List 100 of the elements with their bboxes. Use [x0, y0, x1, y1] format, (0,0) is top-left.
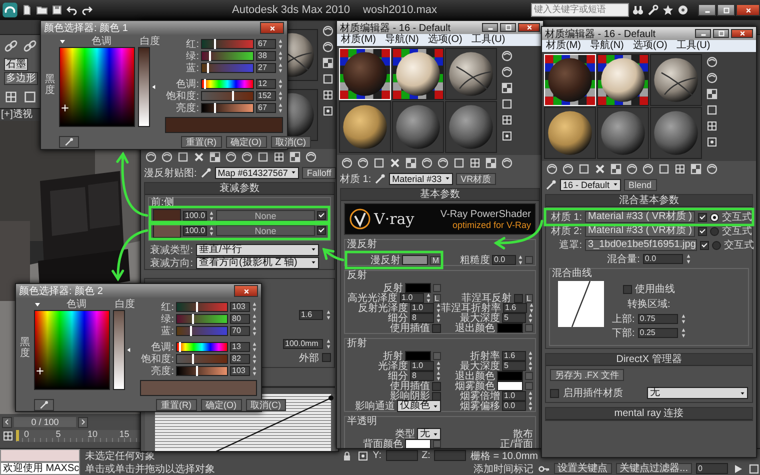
color-slider[interactable] — [201, 38, 254, 48]
sphere-icon[interactable] — [241, 151, 253, 163]
slider-thumb[interactable] — [208, 50, 211, 60]
square-icon[interactable] — [373, 157, 385, 169]
target-icon[interactable] — [706, 136, 718, 148]
sphere-icon[interactable] — [322, 41, 334, 53]
eyedropper-button[interactable] — [34, 399, 54, 411]
option-dropdown[interactable]: 垂直/平行 — [196, 244, 319, 256]
checker-icon[interactable] — [706, 88, 718, 100]
square-icon[interactable] — [658, 163, 670, 175]
grid-icon[interactable] — [674, 163, 686, 175]
checkbox[interactable] — [700, 240, 709, 250]
caret-icon[interactable] — [612, 181, 619, 188]
checkbox[interactable] — [514, 294, 523, 302]
square-icon[interactable] — [322, 73, 334, 85]
map-type-button[interactable]: Falloff — [302, 166, 336, 178]
delete-icon[interactable] — [193, 151, 205, 163]
spinner-icon[interactable] — [209, 210, 214, 220]
rollout-header[interactable]: 基本参数 — [341, 189, 539, 201]
number-field[interactable]: 1.6 — [503, 303, 527, 313]
sphere-icon[interactable] — [322, 25, 334, 37]
checkbox[interactable] — [622, 284, 632, 294]
pointer-icon[interactable] — [126, 346, 131, 354]
grid-icon[interactable] — [273, 151, 285, 163]
number-field[interactable]: 1.0 — [400, 293, 424, 303]
sphere-icon[interactable] — [706, 163, 718, 175]
spinner-icon[interactable] — [278, 50, 283, 60]
frame-counter[interactable]: 0 / 100 — [14, 417, 76, 427]
caret-icon[interactable] — [432, 402, 439, 410]
sphere-icon[interactable] — [626, 163, 638, 175]
undo-icon[interactable] — [66, 4, 78, 16]
number-field[interactable]: 100.0 — [183, 226, 207, 236]
spinner-icon[interactable] — [326, 338, 331, 348]
number-field[interactable]: 100.0 — [183, 210, 207, 220]
sphere-icon[interactable] — [357, 157, 369, 169]
square-icon[interactable] — [706, 104, 718, 116]
color-slider[interactable] — [201, 50, 254, 60]
command-tab[interactable]: 多边形 — [4, 72, 38, 85]
map-button[interactable]: None — [216, 225, 315, 236]
spinner-icon[interactable] — [436, 313, 441, 323]
ok-button[interactable]: 确定(O) — [200, 399, 242, 411]
map-button[interactable]: M — [430, 256, 441, 264]
checkbox[interactable] — [322, 353, 331, 362]
color-swatch[interactable] — [405, 283, 431, 293]
time-tag-link[interactable]: 添加时间标记 — [474, 462, 534, 475]
number-field[interactable]: 0.0 — [502, 401, 526, 411]
sphere-icon[interactable] — [706, 72, 718, 84]
grid-icon[interactable] — [322, 89, 334, 101]
sphere-icon[interactable] — [501, 157, 513, 169]
dropdown[interactable]: 无 — [417, 428, 441, 440]
delete-icon[interactable] — [389, 157, 401, 169]
maximize-button[interactable] — [500, 23, 516, 32]
grid-icon[interactable] — [706, 120, 718, 132]
sphere-icon[interactable] — [145, 151, 157, 163]
number-field[interactable]: 5 — [502, 361, 526, 371]
new-file-icon[interactable] — [21, 4, 33, 16]
number-field[interactable]: 0.0 — [492, 255, 516, 265]
wrench-icon[interactable] — [647, 4, 659, 16]
sphere-icon[interactable] — [501, 50, 513, 62]
star-icon[interactable] — [662, 4, 674, 16]
checker-icon[interactable] — [485, 157, 497, 169]
grid-icon[interactable] — [501, 114, 513, 126]
spinner-icon[interactable] — [528, 313, 533, 323]
slider-thumb[interactable] — [214, 38, 216, 48]
minimize-button[interactable] — [482, 23, 498, 32]
sphere-icon[interactable] — [562, 163, 574, 175]
spinner-icon[interactable] — [680, 328, 686, 338]
pointer-icon[interactable] — [59, 38, 66, 44]
eyedropper-icon[interactable] — [545, 178, 557, 190]
circle-icon[interactable] — [677, 4, 689, 16]
lightness-bar[interactable] — [138, 47, 150, 127]
color-slider[interactable] — [176, 314, 228, 324]
spinner-icon[interactable] — [252, 354, 257, 364]
checkbox[interactable] — [432, 382, 441, 390]
spinner-icon[interactable] — [278, 90, 283, 100]
previous-button[interactable] — [2, 416, 12, 428]
frame-field[interactable]: 0 — [696, 463, 728, 474]
square-icon[interactable] — [23, 90, 37, 104]
number-field[interactable]: 8 — [410, 313, 434, 323]
command-tab[interactable]: 石墨 — [4, 58, 28, 71]
eyedropper-icon[interactable] — [374, 172, 386, 184]
minimize-button[interactable] — [698, 4, 716, 16]
color-slider[interactable] — [176, 354, 228, 364]
checker-icon[interactable] — [610, 163, 622, 175]
number-field[interactable]: 8 — [410, 371, 434, 381]
material-sphere[interactable] — [544, 107, 596, 159]
checkbox[interactable] — [432, 392, 441, 400]
number-field[interactable]: 152 — [256, 90, 276, 100]
square-icon[interactable] — [257, 151, 269, 163]
number-field[interactable]: 67 — [256, 38, 276, 48]
spinner-icon[interactable] — [528, 361, 533, 371]
map-dropdown[interactable]: Map #614327567 — [214, 166, 299, 178]
close-button[interactable] — [736, 4, 760, 16]
reset-button[interactable]: 重置(R) — [156, 399, 196, 411]
radio-button[interactable] — [712, 240, 721, 250]
checker-icon[interactable] — [209, 151, 221, 163]
redo-icon[interactable] — [81, 4, 93, 16]
material-sphere[interactable] — [445, 48, 497, 100]
sphere-icon[interactable] — [437, 157, 449, 169]
crosshair-icon[interactable] — [36, 367, 44, 375]
